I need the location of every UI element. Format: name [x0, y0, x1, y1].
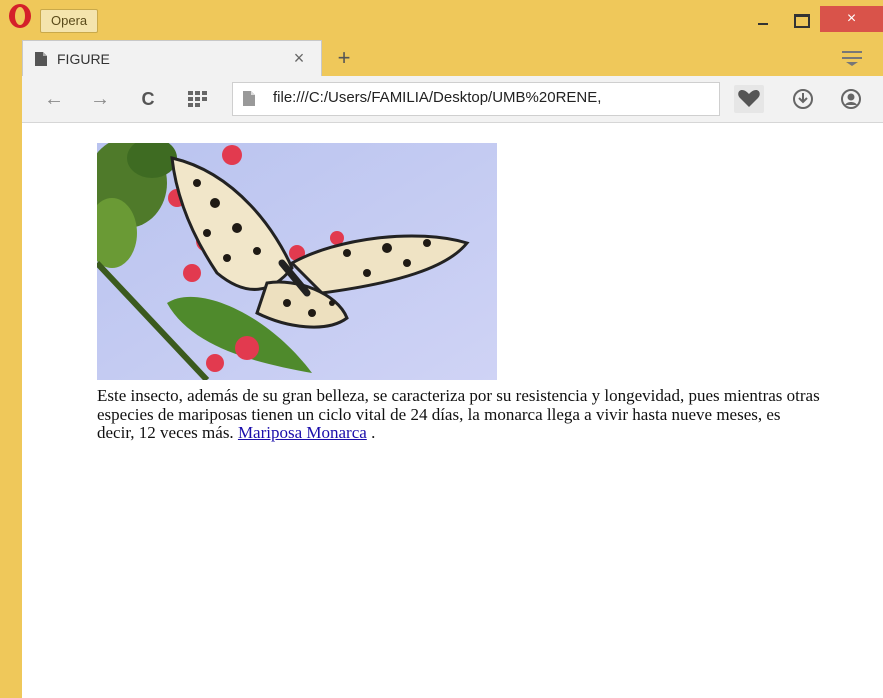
caption-text: Este insecto, además de su gran belleza,… [97, 386, 820, 442]
account-icon[interactable] [840, 88, 862, 110]
butterfly-image [97, 143, 497, 380]
navigation-toolbar: ← → C file:///C:/Users/FAMILIA/Desktop/U… [22, 76, 883, 123]
maximize-icon[interactable] [786, 6, 816, 30]
opera-logo-icon [9, 4, 31, 28]
heart-icon[interactable] [734, 85, 764, 113]
address-bar[interactable]: file:///C:/Users/FAMILIA/Desktop/UMB%20R… [232, 82, 720, 116]
tab-strip: FIGURE × + [22, 40, 883, 77]
tab-figure[interactable]: FIGURE × [22, 40, 322, 77]
opera-menu-button[interactable]: Opera [40, 9, 99, 33]
close-icon[interactable]: × [289, 48, 309, 69]
figure-caption: Este insecto, además de su gran belleza,… [97, 386, 822, 443]
url-text[interactable]: file:///C:/Users/FAMILIA/Desktop/UMB%20R… [273, 89, 713, 106]
download-icon[interactable] [792, 88, 814, 110]
mariposa-monarca-link[interactable]: Mariposa Monarca [238, 423, 367, 442]
browser-window: Opera × FIGURE × + ← → C file:///C:/User… [0, 0, 883, 698]
reload-icon[interactable]: C [136, 87, 160, 111]
close-window-button[interactable]: × [820, 6, 883, 32]
speed-dial-icon[interactable] [188, 91, 208, 107]
plus-icon[interactable]: + [330, 44, 358, 72]
page-icon [35, 52, 47, 66]
page-content: Este insecto, además de su gran belleza,… [22, 123, 883, 698]
title-bar: Opera × [0, 0, 883, 40]
tab-menu-icon[interactable] [842, 50, 862, 66]
caption-trailing: . [366, 423, 376, 442]
forward-icon[interactable]: → [88, 87, 112, 111]
document-icon [243, 91, 255, 106]
minimize-icon[interactable] [748, 6, 778, 30]
tab-title: FIGURE [57, 51, 110, 67]
back-icon[interactable]: ← [42, 87, 66, 111]
